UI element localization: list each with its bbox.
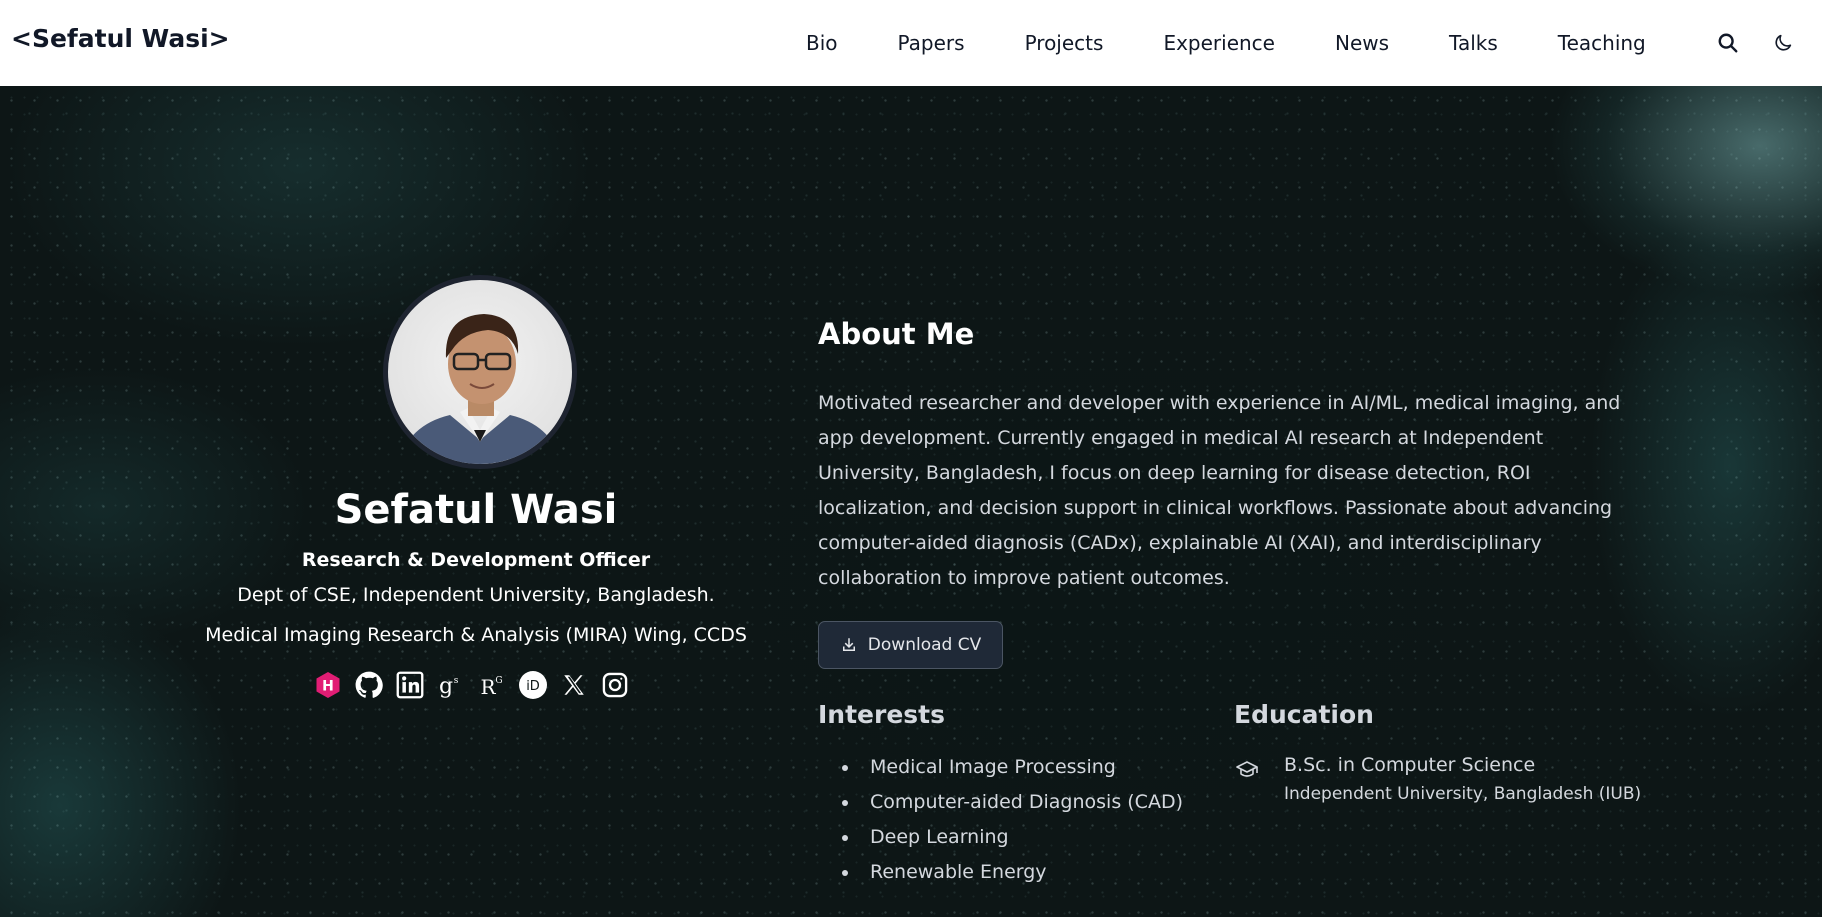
social-links: H g s R G iD [313, 670, 641, 700]
graduation-cap-icon [1236, 761, 1258, 777]
researchgate-icon: R G [480, 675, 502, 699]
profile-photo [398, 314, 562, 464]
google-scholar-link[interactable]: g s [436, 670, 466, 700]
nav-talks[interactable]: Talks [1449, 31, 1498, 55]
hashnode-link[interactable]: H [313, 670, 343, 700]
orcid-icon: iD [519, 671, 547, 699]
nav-bio[interactable]: Bio [806, 31, 838, 55]
github-icon [355, 671, 383, 698]
interests-heading: Interests [818, 700, 946, 729]
svg-text:G: G [495, 676, 502, 686]
profile-role: Research & Development Officer [301, 549, 651, 571]
interests-list: Medical Image Processing Computer-aided … [842, 750, 1183, 890]
top-navbar: <Sefatul Wasi> Bio Papers Projects Exper… [0, 0, 1822, 86]
download-icon [842, 638, 855, 651]
nav-experience[interactable]: Experience [1163, 31, 1275, 55]
list-item: Renewable Energy [842, 855, 1183, 890]
avatar [383, 275, 577, 469]
svg-text:R: R [480, 675, 496, 699]
download-cv-label: Download CV [867, 635, 982, 655]
svg-text:H: H [322, 679, 334, 695]
main-nav: Bio Papers Projects Experience News Talk… [806, 0, 1646, 86]
list-item: Computer-aided Diagnosis (CAD) [842, 785, 1183, 820]
theme-toggle-button[interactable] [1768, 28, 1798, 58]
svg-text:iD: iD [526, 679, 540, 694]
linkedin-link[interactable] [395, 670, 425, 700]
site-brand[interactable]: <Sefatul Wasi> [11, 24, 230, 53]
nav-projects[interactable]: Projects [1025, 31, 1104, 55]
github-link[interactable] [354, 670, 384, 700]
education-degree: B.Sc. in Computer Science [1284, 754, 1536, 776]
nav-papers[interactable]: Papers [898, 31, 965, 55]
svg-text:s: s [454, 676, 459, 686]
education-heading: Education [1234, 700, 1374, 729]
nav-news[interactable]: News [1335, 31, 1389, 55]
about-heading: About Me [818, 317, 975, 351]
profile-lab: Medical Imaging Research & Analysis (MIR… [205, 624, 747, 646]
x-icon [564, 675, 584, 695]
google-scholar-icon: g s [439, 674, 459, 699]
search-button[interactable] [1713, 28, 1743, 58]
orcid-link[interactable]: iD [518, 670, 548, 700]
hashnode-icon: H [316, 672, 340, 698]
linkedin-icon [396, 671, 424, 699]
nav-teaching[interactable]: Teaching [1558, 31, 1646, 55]
profile-name: Sefatul Wasi [334, 487, 618, 533]
instagram-link[interactable] [600, 670, 630, 700]
education-school: Independent University, Bangladesh (IUB) [1284, 784, 1642, 804]
profile-department: Dept of CSE, Independent University, Ban… [237, 584, 715, 606]
search-icon [1718, 33, 1738, 53]
moon-icon [1775, 34, 1792, 51]
researchgate-link[interactable]: R G [477, 670, 507, 700]
list-item: Medical Image Processing [842, 750, 1183, 785]
x-link[interactable] [559, 670, 589, 700]
svg-text:g: g [439, 674, 453, 699]
download-cv-button[interactable]: Download CV [818, 621, 1003, 669]
list-item: Deep Learning [842, 820, 1183, 855]
instagram-icon [602, 672, 628, 698]
about-text: Motivated researcher and developer with … [818, 392, 1621, 589]
